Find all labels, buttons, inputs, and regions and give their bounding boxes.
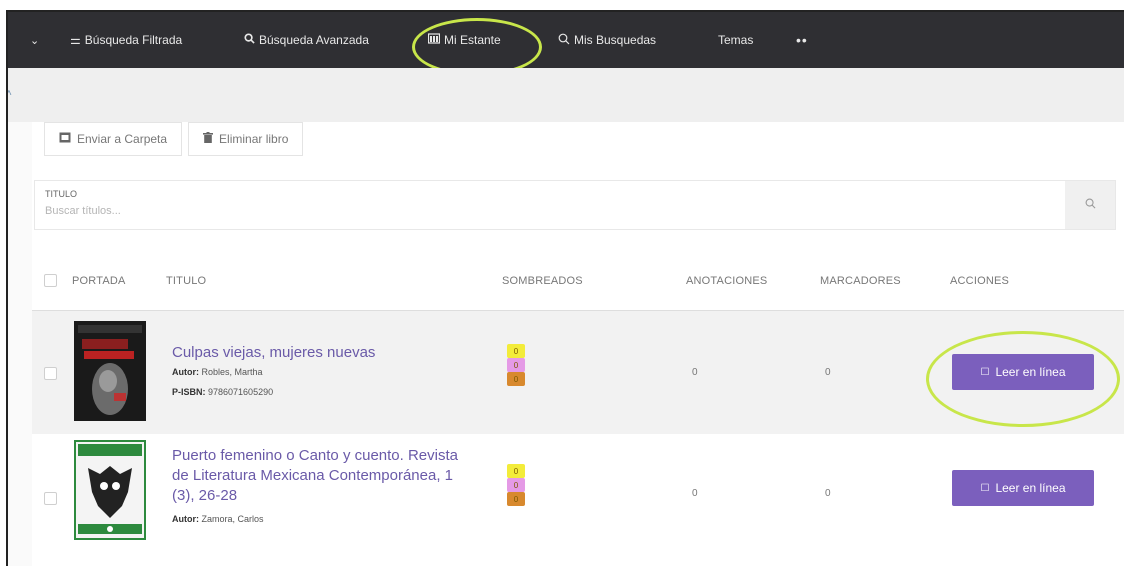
toolbar: Enviar a Carpeta Eliminar libro	[44, 122, 309, 156]
header-anotaciones: ANOTACIONES	[686, 275, 768, 287]
search-label: TITULO	[45, 189, 78, 199]
send-to-folder-button[interactable]: Enviar a Carpeta	[44, 122, 183, 156]
read-online-button[interactable]: ☐ Leer en línea	[952, 354, 1094, 390]
row-checkbox[interactable]	[44, 492, 57, 505]
nav-busqueda-avanzada[interactable]: Búsqueda Avanzada	[244, 12, 369, 68]
button-label: Leer en línea	[995, 481, 1066, 495]
sub-header: ˄	[8, 68, 1124, 122]
orange-highlight-count[interactable]: 0	[507, 492, 525, 506]
nav-temas[interactable]: Temas	[718, 12, 753, 68]
book-title[interactable]: Culpas viejas, mujeres nuevas	[172, 343, 472, 363]
delete-book-button[interactable]: Eliminar libro	[188, 122, 304, 156]
book-icon: ☐	[980, 482, 990, 494]
pink-highlight-count[interactable]: 0	[507, 478, 525, 492]
nav-mis-busquedas[interactable]: Mis Busquedas	[558, 12, 656, 68]
nav-label: Temas	[718, 33, 754, 47]
sliders-icon: ⚌	[70, 33, 81, 47]
annotations-count: 0	[692, 367, 698, 378]
highlight-swatches: 0 0 0	[507, 464, 525, 506]
bookmarks-count: 0	[825, 367, 831, 378]
book-icon: ☐	[980, 366, 990, 378]
header-portada: PORTADA	[72, 275, 126, 287]
annotations-count: 0	[692, 488, 698, 499]
book-title[interactable]: Puerto femenino o Canto y cuento. Revist…	[172, 446, 472, 506]
book-isbn: P-ISBN: 9786071605290	[172, 387, 273, 397]
search-button[interactable]	[1065, 181, 1115, 229]
pink-highlight-count[interactable]: 0	[507, 358, 525, 372]
button-label: Eliminar libro	[219, 132, 289, 146]
title-search: TITULO	[34, 180, 1116, 230]
app-window: ⌄ ⚌ Búsqueda Filtrada Búsqueda Avanzada …	[6, 10, 1124, 566]
search-icon	[244, 33, 255, 47]
table-row: Puerto femenino o Canto y cuento. Revist…	[32, 434, 1124, 546]
shelf-icon	[427, 33, 441, 47]
button-label: Leer en línea	[995, 365, 1066, 379]
book-author: Autor: Zamora, Carlos	[172, 514, 264, 524]
nav-busqueda-filtrada[interactable]: ⚌ Búsqueda Filtrada	[70, 12, 182, 68]
highlight-swatches: 0 0 0	[507, 344, 525, 386]
chevron-down-icon[interactable]: ⌄	[30, 12, 39, 68]
book-cover[interactable]	[74, 321, 146, 421]
author-label: Autor:	[172, 367, 199, 377]
search-input[interactable]	[45, 205, 945, 217]
nav-label: Búsqueda Avanzada	[259, 33, 369, 47]
header-sombreados: SOMBREADOS	[502, 275, 583, 287]
nav-label: Mi Estante	[444, 33, 501, 47]
search-icon	[1085, 198, 1096, 212]
yellow-highlight-count[interactable]: 0	[507, 464, 525, 478]
book-author: Autor: Robles, Martha	[172, 367, 263, 377]
author-value: Robles, Martha	[201, 367, 263, 377]
button-label: Enviar a Carpeta	[77, 132, 168, 146]
isbn-label: P-ISBN:	[172, 387, 206, 397]
row-checkbox[interactable]	[44, 367, 57, 380]
folder-icon	[59, 132, 71, 146]
corner-mark-icon: ˄	[6, 88, 12, 99]
nav-label: Mis Busquedas	[574, 33, 657, 47]
author-label: Autor:	[172, 514, 199, 524]
trash-icon	[203, 132, 214, 146]
nav-label: Búsqueda Filtrada	[84, 33, 183, 47]
isbn-value: 9786071605290	[208, 387, 274, 397]
read-online-button[interactable]: ☐ Leer en línea	[952, 470, 1094, 506]
orange-highlight-count[interactable]: 0	[507, 372, 525, 386]
top-nav: ⌄ ⚌ Búsqueda Filtrada Búsqueda Avanzada …	[8, 12, 1124, 76]
bookmarks-count: 0	[825, 488, 831, 499]
search-icon	[558, 33, 570, 48]
author-value: Zamora, Carlos	[201, 514, 264, 524]
more-icon: ••	[796, 32, 808, 48]
more-menu[interactable]: ••	[796, 12, 808, 68]
select-all-checkbox[interactable]	[44, 274, 57, 287]
yellow-highlight-count[interactable]: 0	[507, 344, 525, 358]
nav-mi-estante[interactable]: Mi Estante	[427, 12, 501, 68]
book-cover[interactable]	[74, 440, 146, 540]
table-header: PORTADA TITULO SOMBREADOS ANOTACIONES MA…	[32, 252, 1124, 310]
main-panel: Enviar a Carpeta Eliminar libro TITULO P…	[32, 122, 1124, 566]
header-marcadores: MARCADORES	[820, 275, 901, 287]
table-row: Culpas viejas, mujeres nuevas Autor: Rob…	[32, 310, 1124, 434]
header-acciones: ACCIONES	[950, 275, 1010, 287]
header-titulo: TITULO	[166, 275, 207, 287]
